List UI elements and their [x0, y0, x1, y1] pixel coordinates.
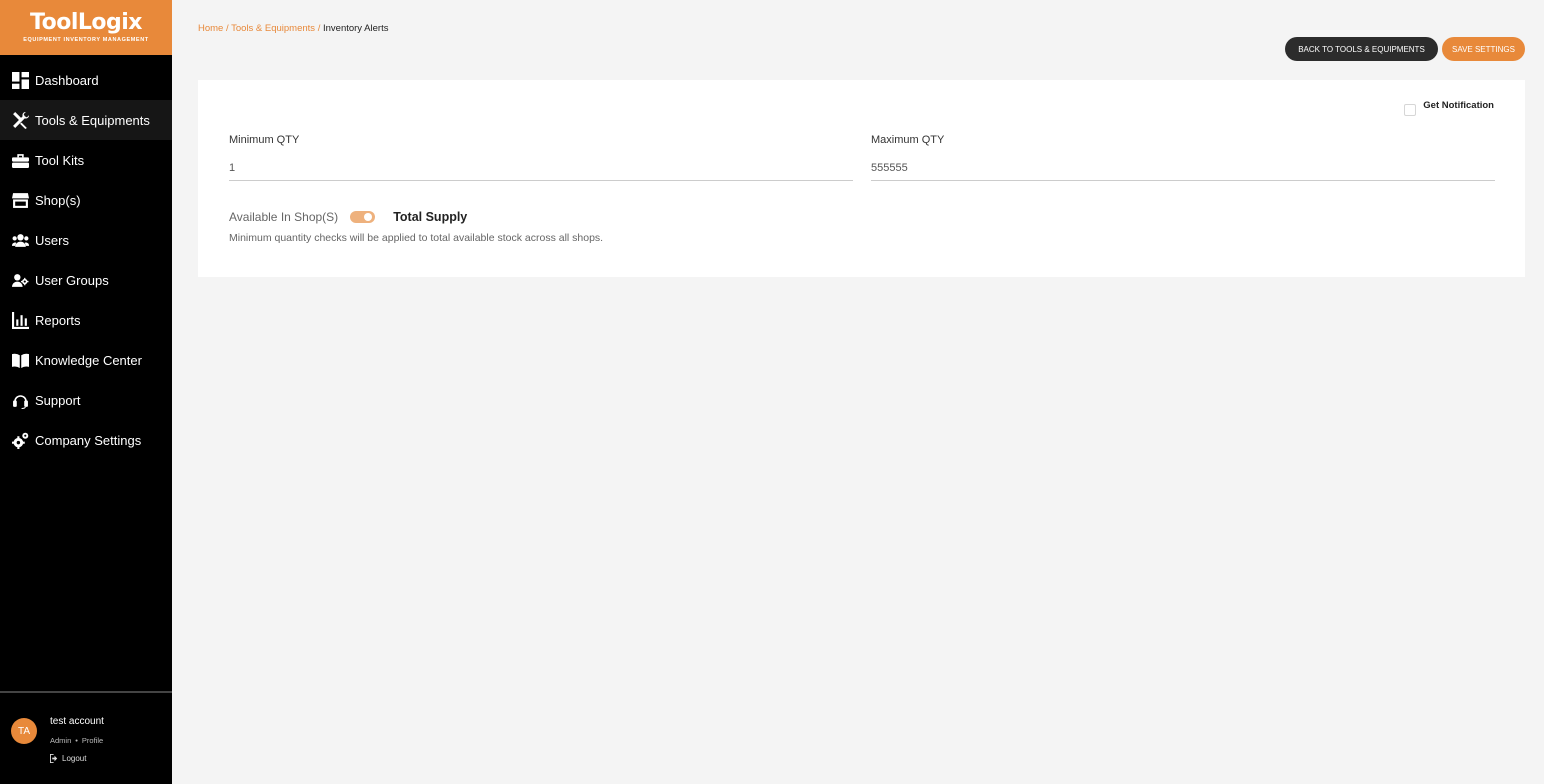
sidebar-item-tools-equipments[interactable]: Tools & Equipments: [0, 100, 172, 140]
sidebar-item-label: Shop(s): [35, 192, 81, 208]
sidebar-item-users[interactable]: Users: [0, 220, 172, 260]
logout-label: Logout: [62, 754, 87, 763]
sidebar-item-label: Users: [35, 232, 69, 248]
maximum-qty-label: Maximum QTY: [871, 134, 945, 146]
breadcrumb-current: Inventory Alerts: [322, 23, 389, 34]
supply-toggle-row: Available In Shop(S) Total Supply: [229, 210, 467, 224]
sidebar-divider: [0, 691, 172, 693]
help-text: Minimum quantity checks will be applied …: [229, 232, 604, 244]
dashboard-icon: [11, 71, 29, 89]
sidebar-item-label: Company Settings: [35, 432, 142, 448]
sidebar-item-label: Tools & Equipments: [35, 112, 150, 128]
sidebar-item-user-groups[interactable]: User Groups: [0, 260, 172, 300]
breadcrumb-home[interactable]: Home: [198, 23, 223, 34]
user-panel: TA test account Admin • Profile Logout: [11, 716, 104, 763]
breadcrumb-separator: /: [317, 23, 321, 34]
minimum-qty-field: Minimum QTY 1: [229, 134, 853, 181]
sidebar-item-label: User Groups: [35, 272, 109, 288]
user-links-separator: •: [75, 736, 78, 745]
minimum-qty-input[interactable]: 1: [229, 160, 853, 181]
sidebar-item-knowledge-center[interactable]: Knowledge Center: [0, 340, 172, 380]
tools-icon: [11, 111, 29, 129]
sidebar: ToolLogix EQUIPMENT INVENTORY MANAGEMENT…: [0, 0, 172, 784]
toggle-knob: [364, 213, 373, 221]
sidebar-item-company-settings[interactable]: Company Settings: [0, 420, 172, 460]
user-groups-icon: [11, 272, 29, 288]
brand-tagline: EQUIPMENT INVENTORY MANAGEMENT: [23, 37, 149, 43]
breadcrumb-separator: /: [225, 23, 229, 34]
user-name: test account: [50, 716, 104, 727]
cogs-icon: [11, 432, 29, 449]
sidebar-item-label: Support: [35, 392, 81, 408]
maximum-qty-input[interactable]: 555555: [871, 160, 1495, 181]
store-icon: [11, 192, 29, 208]
user-links: Admin • Profile: [50, 736, 104, 745]
sidebar-item-label: Dashboard: [35, 72, 99, 88]
sidebar-item-reports[interactable]: Reports: [0, 300, 172, 340]
save-settings-button[interactable]: SAVE SETTINGS: [1442, 37, 1525, 61]
user-info: test account Admin • Profile Logout: [50, 716, 104, 763]
avatar[interactable]: TA: [11, 718, 37, 744]
back-to-tools-button[interactable]: BACK TO TOOLS & EQUIPMENTS: [1285, 37, 1438, 61]
breadcrumb-tools-equipments[interactable]: Tools & Equipments: [231, 23, 315, 34]
sidebar-item-label: Reports: [35, 312, 81, 328]
sidebar-item-label: Knowledge Center: [35, 352, 142, 368]
sidebar-item-label: Tool Kits: [35, 152, 85, 168]
minimum-qty-label: Minimum QTY: [229, 134, 300, 146]
supply-mode-toggle[interactable]: [350, 211, 376, 223]
logout-link[interactable]: Logout: [50, 754, 104, 763]
inventory-alerts-card: Get Notification Minimum QTY 1 Maximum Q…: [198, 80, 1525, 277]
sidebar-item-tool-kits[interactable]: Tool Kits: [0, 140, 172, 180]
brand-logo[interactable]: ToolLogix EQUIPMENT INVENTORY MANAGEMENT: [0, 0, 172, 55]
profile-link[interactable]: Profile: [82, 736, 103, 745]
sidebar-item-shops[interactable]: Shop(s): [0, 180, 172, 220]
users-icon: [11, 232, 29, 248]
get-notification-option[interactable]: Get Notification: [1404, 100, 1494, 116]
sidebar-item-support[interactable]: Support: [0, 380, 172, 420]
get-notification-checkbox[interactable]: [1404, 104, 1417, 116]
sidebar-nav: Dashboard Tools & Equipments Tool Kits S…: [0, 60, 172, 460]
maximum-qty-field: Maximum QTY 555555: [871, 134, 1495, 181]
chart-icon: [11, 311, 29, 329]
available-in-shops-label: Available In Shop(S): [229, 210, 339, 224]
sidebar-item-dashboard[interactable]: Dashboard: [0, 60, 172, 100]
breadcrumb: Home / Tools & Equipments / Inventory Al…: [198, 23, 388, 34]
toolbox-icon: [11, 152, 29, 168]
brand-name: ToolLogix: [30, 10, 142, 35]
headset-icon: [11, 392, 29, 409]
logout-icon: [50, 754, 58, 763]
book-icon: [11, 352, 29, 368]
total-supply-label: Total Supply: [393, 210, 468, 224]
user-role: Admin: [50, 736, 72, 745]
get-notification-label: Get Notification: [1423, 100, 1494, 111]
